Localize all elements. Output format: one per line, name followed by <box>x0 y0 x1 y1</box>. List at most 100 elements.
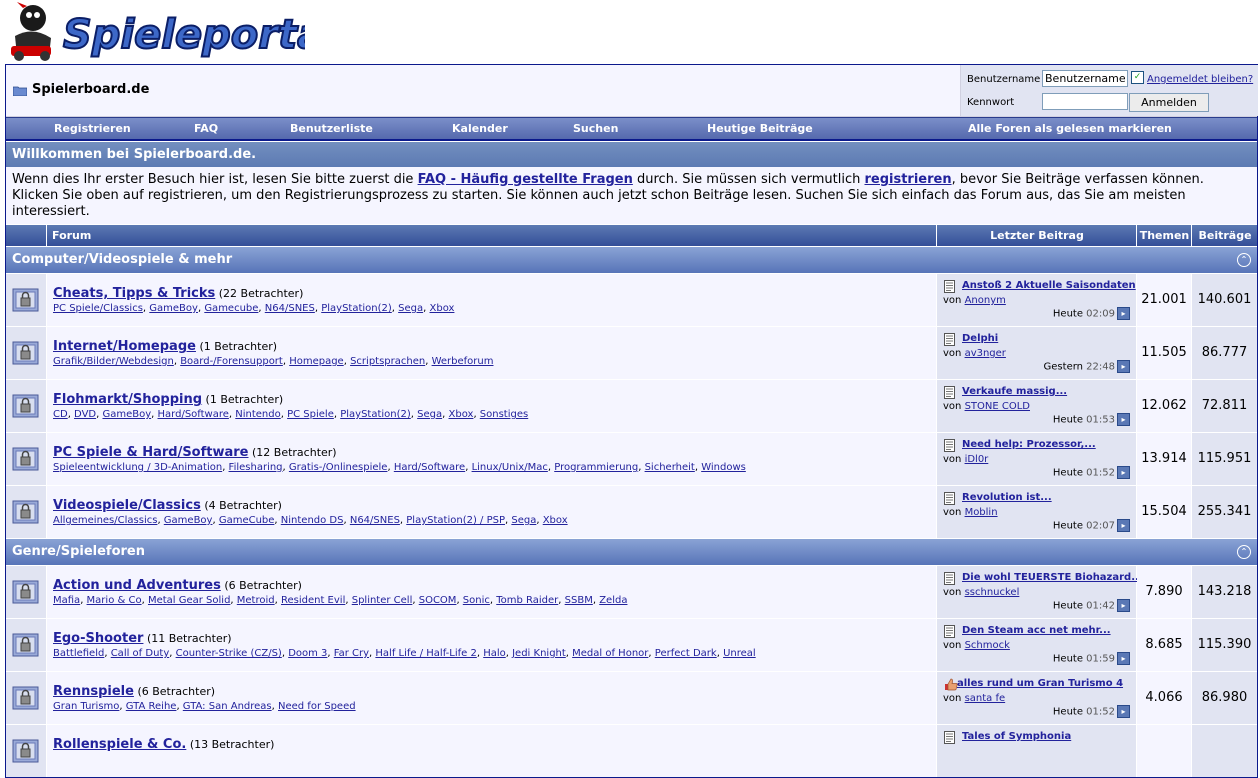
subforum-link[interactable]: PlayStation(2) <box>321 303 392 314</box>
goto-last-post-icon[interactable]: ▸ <box>1117 307 1130 320</box>
subforum-link[interactable]: PlayStation(2) <box>340 409 411 420</box>
subforum-link[interactable]: Programmierung <box>554 462 638 473</box>
collapse-icon[interactable]: ⌃ <box>1237 545 1251 559</box>
nav-mark-read[interactable]: Alle Foren als gelesen markieren <box>968 122 1172 135</box>
last-post-title[interactable]: Revolution ist... <box>962 492 1052 503</box>
subforum-link[interactable]: Far Cry <box>334 648 369 659</box>
subforum-link[interactable]: GTA: San Andreas <box>183 701 272 712</box>
subforum-link[interactable]: Allgemeines/Classics <box>53 515 157 526</box>
last-post-title[interactable]: Need help: Prozessor,... <box>962 439 1096 450</box>
subforum-link[interactable]: Half Life / Half-Life 2 <box>375 648 476 659</box>
last-post-author[interactable]: Anonym <box>965 295 1006 306</box>
last-post-author[interactable]: STONE COLD <box>965 401 1030 412</box>
last-post-title[interactable]: alles rund um Gran Turismo 4 <box>957 678 1123 689</box>
subforum-link[interactable]: Hard/Software <box>158 409 229 420</box>
subforum-link[interactable]: SSBM <box>565 595 593 606</box>
subforum-link[interactable]: Zelda <box>599 595 627 606</box>
subforum-link[interactable]: Counter-Strike (CZ/S) <box>176 648 282 659</box>
subforum-link[interactable]: Battlefield <box>53 648 104 659</box>
category-header[interactable]: Genre/Spieleforen ⌃ <box>6 538 1257 565</box>
subforum-link[interactable]: Nintendo DS <box>281 515 344 526</box>
remember-checkbox[interactable]: ✓ <box>1131 71 1144 84</box>
page-title[interactable]: Spielerboard.de <box>32 82 149 97</box>
subforum-link[interactable]: Medal of Honor <box>572 648 648 659</box>
subforum-link[interactable]: GameCube <box>219 515 275 526</box>
subforum-link[interactable]: Board-/Forensupport <box>180 356 283 367</box>
last-post-author[interactable]: av3nger <box>965 348 1006 359</box>
subforum-link[interactable]: Call of Duty <box>111 648 170 659</box>
subforum-link[interactable]: Werbeforum <box>432 356 494 367</box>
subforum-link[interactable]: GameBoy <box>102 409 151 420</box>
subforum-link[interactable]: GTA Reihe <box>126 701 177 712</box>
site-logo[interactable]: Spieleportal.de <box>5 0 410 62</box>
subforum-link[interactable]: Windows <box>701 462 746 473</box>
subforum-link[interactable]: Mafia <box>53 595 80 606</box>
subforum-link[interactable]: Perfect Dark <box>655 648 717 659</box>
subforum-link[interactable]: Splinter Cell <box>352 595 413 606</box>
subforum-link[interactable]: Sega <box>417 409 442 420</box>
nav-faq[interactable]: FAQ <box>194 122 218 135</box>
subforum-link[interactable]: Scriptsprachen <box>350 356 425 367</box>
goto-last-post-icon[interactable]: ▸ <box>1117 466 1130 479</box>
last-post-author[interactable]: santa fe <box>965 693 1006 704</box>
password-input[interactable] <box>1042 93 1128 110</box>
subforum-link[interactable]: Grafik/Bilder/Webdesign <box>53 356 174 367</box>
subforum-link[interactable]: Resident Evil <box>281 595 345 606</box>
forum-title-link[interactable]: Ego-Shooter <box>53 631 143 646</box>
goto-last-post-icon[interactable]: ▸ <box>1117 599 1130 612</box>
goto-last-post-icon[interactable]: ▸ <box>1117 652 1130 665</box>
category-title[interactable]: Genre/Spieleforen <box>12 544 145 559</box>
forum-title-link[interactable]: Action und Adventures <box>53 578 221 593</box>
subforum-link[interactable]: Sonstiges <box>480 409 528 420</box>
collapse-icon[interactable]: ⌃ <box>1237 253 1251 267</box>
subforum-link[interactable]: Jedi Knight <box>512 648 566 659</box>
last-post-author[interactable]: iDl0r <box>965 454 989 465</box>
subforum-link[interactable]: Sega <box>398 303 423 314</box>
subforum-link[interactable]: SOCOM <box>419 595 457 606</box>
last-post-title[interactable]: Den Steam acc net mehr... <box>962 625 1111 636</box>
subforum-link[interactable]: Sicherheit <box>645 462 695 473</box>
username-input[interactable] <box>1042 70 1128 87</box>
last-post-author[interactable]: sschnuckel <box>965 587 1020 598</box>
nav-search[interactable]: Suchen <box>573 122 618 135</box>
last-post-title[interactable]: Anstoß 2 Aktuelle Saisondaten <box>962 280 1136 291</box>
subforum-link[interactable]: PC Spiele/Classics <box>53 303 143 314</box>
subforum-link[interactable]: Xbox <box>430 303 455 314</box>
subforum-link[interactable]: N64/SNES <box>350 515 400 526</box>
subforum-link[interactable]: Halo <box>483 648 506 659</box>
goto-last-post-icon[interactable]: ▸ <box>1117 413 1130 426</box>
register-link[interactable]: registrieren <box>864 172 951 187</box>
goto-last-post-icon[interactable]: ▸ <box>1117 360 1130 373</box>
nav-todays-posts[interactable]: Heutige Beiträge <box>707 122 813 135</box>
subforum-link[interactable]: Xbox <box>449 409 474 420</box>
goto-last-post-icon[interactable]: ▸ <box>1117 519 1130 532</box>
nav-memberlist[interactable]: Benutzerliste <box>290 122 373 135</box>
subforum-link[interactable]: Tomb Raider <box>496 595 558 606</box>
subforum-link[interactable]: Need for Speed <box>278 701 356 712</box>
subforum-link[interactable]: Linux/Unix/Mac <box>472 462 548 473</box>
last-post-title[interactable]: Verkaufe massig... <box>962 386 1067 397</box>
subforum-link[interactable]: Hard/Software <box>394 462 465 473</box>
forum-title-link[interactable]: PC Spiele & Hard/Software <box>53 445 249 460</box>
forum-title-link[interactable]: Rollenspiele & Co. <box>53 737 186 752</box>
forum-title-link[interactable]: Flohmarkt/Shopping <box>53 392 202 407</box>
forum-title-link[interactable]: Internet/Homepage <box>53 339 196 354</box>
subforum-link[interactable]: Spieleentwicklung / 3D-Animation <box>53 462 222 473</box>
last-post-title[interactable]: Delphi <box>962 333 998 344</box>
nav-calendar[interactable]: Kalender <box>452 122 508 135</box>
subforum-link[interactable]: Metal Gear Solid <box>148 595 230 606</box>
subforum-link[interactable]: Sega <box>511 515 536 526</box>
subforum-link[interactable]: Sonic <box>463 595 490 606</box>
subforum-link[interactable]: Metroid <box>237 595 275 606</box>
category-header[interactable]: Computer/Videospiele & mehr ⌃ <box>6 246 1257 273</box>
forum-title-link[interactable]: Videospiele/Classics <box>53 498 201 513</box>
subforum-link[interactable]: Gratis-/Onlinespiele <box>289 462 388 473</box>
subforum-link[interactable]: Homepage <box>289 356 344 367</box>
nav-register[interactable]: Registrieren <box>54 122 131 135</box>
subforum-link[interactable]: CD <box>53 409 68 420</box>
last-post-title[interactable]: Tales of Symphonia <box>962 731 1071 742</box>
remember-label[interactable]: Angemeldet bleiben? <box>1147 74 1253 85</box>
subforum-link[interactable]: Gamecube <box>204 303 258 314</box>
faq-link[interactable]: FAQ - Häufig gestellte Fragen <box>418 172 633 187</box>
subforum-link[interactable]: PC Spiele <box>287 409 334 420</box>
